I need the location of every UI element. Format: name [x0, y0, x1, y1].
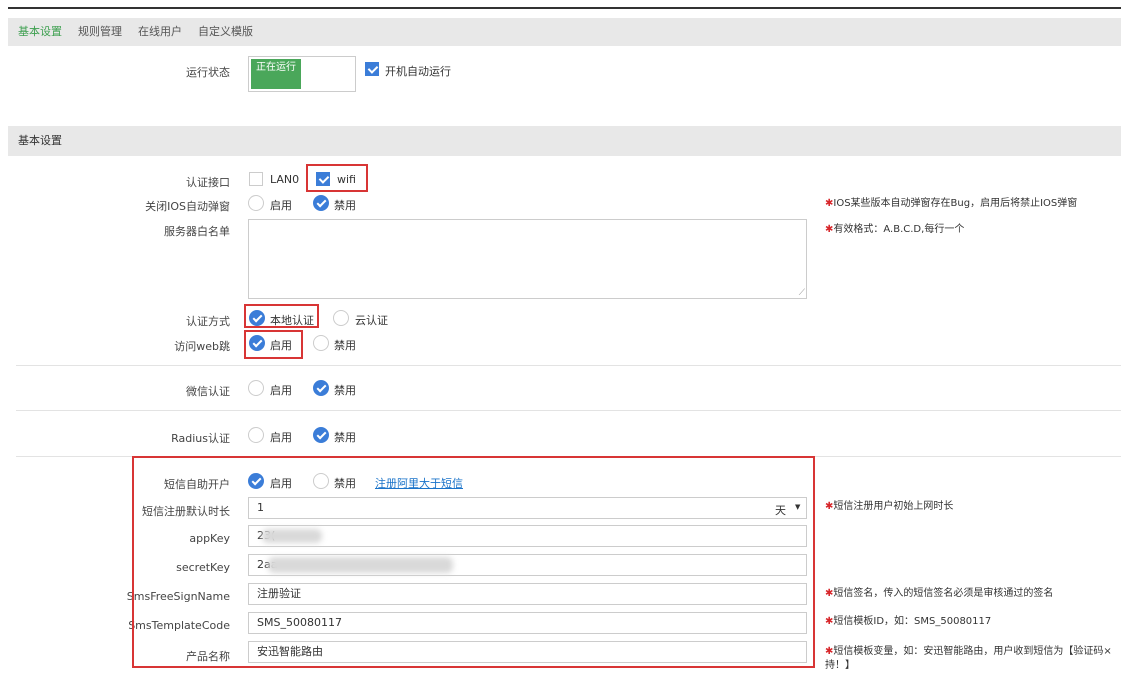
tab-online-users[interactable]: 在线用户: [138, 18, 182, 46]
cloud-auth-label: 云认证: [355, 314, 388, 327]
ios-enable-radio[interactable]: [248, 195, 264, 211]
highlight-box-wifi: [306, 164, 368, 192]
section-title: 基本设置: [18, 134, 62, 147]
resize-handle-icon[interactable]: ⟋: [799, 288, 805, 298]
auth-method-label: 认证方式: [186, 315, 230, 328]
cloud-auth-radio[interactable]: [333, 310, 349, 326]
radius-auth-label: Radius认证: [171, 432, 230, 445]
highlight-box-local-auth: [244, 304, 319, 328]
lan0-checkbox[interactable]: [249, 172, 263, 186]
run-status-label: 运行状态: [186, 66, 230, 79]
web-redirect-label: 访问web跳: [174, 340, 230, 353]
wechat-enable-radio[interactable]: [248, 380, 264, 396]
radius-disable-label: 禁用: [334, 431, 356, 444]
tab-custom-template[interactable]: 自定义模版: [198, 18, 253, 46]
highlight-box-web-enable: [244, 330, 303, 359]
whitelist-hint: ✱有效格式：A.B.C.D,每行一个: [825, 224, 965, 235]
ios-enable-label: 启用: [270, 199, 292, 212]
whitelist-textarea[interactable]: ⟋: [248, 219, 807, 299]
web-disable-radio[interactable]: [313, 335, 329, 351]
wechat-enable-label: 启用: [270, 384, 292, 397]
ios-popup-label: 关闭IOS自动弹窗: [145, 200, 230, 213]
whitelist-label: 服务器白名单: [164, 225, 230, 238]
ios-disable-label: 禁用: [334, 199, 356, 212]
tab-basic-settings[interactable]: 基本设置: [18, 18, 62, 46]
template-code-hint: ✱短信模板ID，如：SMS_50080117: [825, 616, 992, 627]
signname-hint: ✱短信签名，传入的短信签名必须是审核通过的签名: [825, 588, 1054, 599]
auth-interface-label: 认证接口: [186, 176, 230, 189]
toggle-on-knob: 正在运行: [251, 59, 301, 89]
top-divider: [8, 7, 1121, 9]
lan0-label: LAN0: [270, 173, 300, 186]
autostart-checkbox[interactable]: [365, 62, 379, 76]
product-name-hint-cont: 持！】: [825, 660, 855, 671]
run-status-toggle[interactable]: 正在运行: [248, 56, 356, 92]
radius-enable-radio[interactable]: [248, 427, 264, 443]
autostart-label: 开机自动运行: [385, 65, 451, 78]
sms-duration-hint: ✱短信注册用户初始上网时长: [825, 501, 954, 512]
product-name-hint: ✱短信模板变量，如：安迅智能路由，用户收到短信为【验证码×: [825, 646, 1112, 657]
radius-disable-radio[interactable]: [313, 427, 329, 443]
wechat-disable-label: 禁用: [334, 384, 356, 397]
ios-popup-hint: ✱IOS某些版本自动弹窗存在Bug，启用后将禁止IOS弹窗: [825, 198, 1078, 209]
divider: [16, 365, 1121, 366]
highlight-box-sms: [132, 456, 815, 668]
wechat-disable-radio[interactable]: [313, 380, 329, 396]
radius-enable-label: 启用: [270, 431, 292, 444]
section-header: 基本设置: [8, 126, 1121, 156]
ios-disable-radio[interactable]: [313, 195, 329, 211]
divider: [16, 410, 1121, 411]
web-disable-label: 禁用: [334, 339, 356, 352]
tab-rule-management[interactable]: 规则管理: [78, 18, 122, 46]
wechat-auth-label: 微信认证: [186, 385, 230, 398]
tab-bar: 基本设置 规则管理 在线用户 自定义模版: [8, 18, 1121, 46]
